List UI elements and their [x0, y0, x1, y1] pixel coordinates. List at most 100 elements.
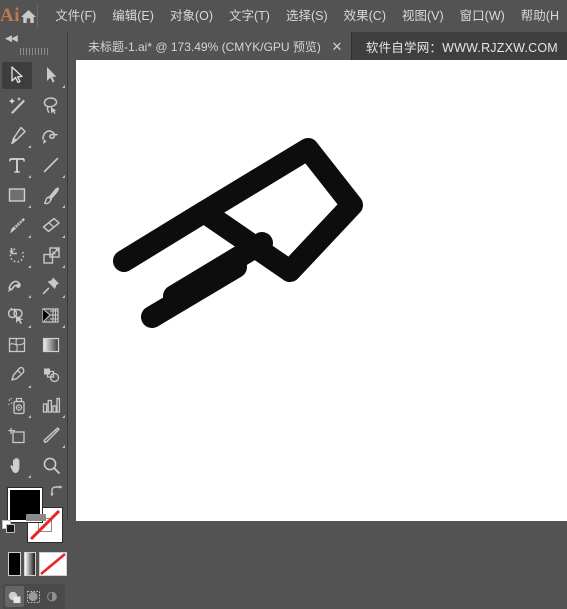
- tool-grid: [0, 60, 67, 480]
- slice-knife-icon: [42, 426, 61, 445]
- panel-bottom-handle[interactable]: [26, 514, 46, 521]
- rotate-tool[interactable]: [0, 240, 34, 270]
- type-tool[interactable]: [0, 150, 34, 180]
- tool-flyout-indicator: [28, 205, 31, 208]
- mesh-tool[interactable]: [0, 330, 34, 360]
- scale-tool[interactable]: [34, 240, 68, 270]
- none-swatch-button[interactable]: [39, 552, 67, 576]
- perspective-grid-icon: [41, 306, 61, 325]
- draw-mode-row: [3, 584, 65, 609]
- perspective-grid-tool[interactable]: [34, 300, 68, 330]
- menu-object[interactable]: 对象(O): [162, 0, 221, 32]
- scale-icon: [42, 246, 61, 265]
- shape-builder-icon: [7, 306, 27, 325]
- watermark-text: 软件自学网：WWW.RJZXW.COM: [352, 32, 558, 60]
- tool-flyout-indicator: [28, 325, 31, 328]
- curvature-pen-icon: [41, 126, 61, 145]
- tool-flyout-indicator: [28, 475, 31, 478]
- menu-edit[interactable]: 编辑(E): [104, 0, 162, 32]
- blend-tool[interactable]: [34, 360, 68, 390]
- collapse-panel-icon[interactable]: ◀◀: [0, 32, 67, 45]
- tool-flyout-indicator: [62, 415, 65, 418]
- tool-flyout-indicator: [62, 295, 65, 298]
- blob-brush-tool[interactable]: [0, 210, 34, 240]
- tool-flyout-indicator: [28, 175, 31, 178]
- slice-tool[interactable]: [34, 420, 68, 450]
- column-graph-tool[interactable]: [34, 390, 68, 420]
- rectangle-tool[interactable]: [0, 180, 34, 210]
- artboard-tool[interactable]: [0, 420, 34, 450]
- zoom-magnifier-icon: [42, 456, 61, 475]
- hand-tool[interactable]: [0, 450, 34, 480]
- tool-flyout-indicator: [62, 325, 65, 328]
- tool-flyout-indicator: [62, 175, 65, 178]
- tool-flyout-indicator: [28, 145, 31, 148]
- tool-flyout-indicator: [28, 235, 31, 238]
- menu-select[interactable]: 选择(S): [278, 0, 336, 32]
- zoom-tool[interactable]: [34, 450, 68, 480]
- blob-brush-icon: [7, 216, 27, 235]
- symbol-sprayer-tool[interactable]: [0, 390, 34, 420]
- direct-selection-tool[interactable]: [34, 60, 68, 90]
- document-tab-label: 未标题-1.ai* @ 173.49% (CMYK/GPU 预览): [88, 38, 321, 55]
- paintbrush-icon: [42, 186, 61, 205]
- curvature-tool[interactable]: [34, 120, 68, 150]
- eyedropper-icon: [8, 366, 27, 385]
- none-slash-icon: [40, 553, 66, 575]
- menu-window[interactable]: 窗口(W): [452, 0, 513, 32]
- tool-flyout-indicator: [62, 235, 65, 238]
- home-icon-glyph: [20, 9, 37, 24]
- draw-behind-button[interactable]: [24, 586, 43, 607]
- document-tab[interactable]: 未标题-1.ai* @ 173.49% (CMYK/GPU 预览) ✕: [76, 32, 352, 60]
- tools-panel: ◀◀: [0, 32, 68, 521]
- symbol-sprayer-icon: [7, 396, 27, 415]
- tool-flyout-indicator: [62, 265, 65, 268]
- menu-effect[interactable]: 效果(C): [336, 0, 394, 32]
- lasso-icon: [42, 96, 61, 115]
- magic-wand-tool[interactable]: [0, 90, 34, 120]
- menu-item-list: 文件(F) 编辑(E) 对象(O) 文字(T) 选择(S) 效果(C) 视图(V…: [47, 0, 567, 32]
- color-swatch-button[interactable]: [8, 552, 21, 576]
- rectangle-icon: [7, 186, 27, 204]
- tool-flyout-indicator: [28, 295, 31, 298]
- blend-icon: [41, 366, 61, 384]
- direct-selection-arrow-icon: [43, 66, 59, 84]
- width-tool[interactable]: [0, 270, 34, 300]
- home-icon[interactable]: [20, 0, 37, 32]
- selection-tool[interactable]: [0, 60, 34, 90]
- default-fill-stroke-icon[interactable]: [2, 520, 16, 534]
- pen-nib-icon: [8, 126, 27, 145]
- draw-normal-button[interactable]: [5, 586, 24, 607]
- magic-wand-icon: [8, 96, 27, 115]
- lasso-tool[interactable]: [34, 90, 68, 120]
- draw-inside-button[interactable]: [43, 586, 62, 607]
- draw-inside-icon: [45, 590, 60, 604]
- eraser-tool[interactable]: [34, 210, 68, 240]
- line-segment-tool[interactable]: [34, 150, 68, 180]
- menu-help[interactable]: 帮助(H: [513, 0, 567, 32]
- speed-lines-artwork[interactable]: [76, 60, 567, 521]
- eyedropper-tool[interactable]: [0, 360, 34, 390]
- draw-behind-icon: [26, 590, 41, 604]
- artboard-icon: [7, 426, 27, 445]
- tool-flyout-indicator: [28, 415, 31, 418]
- free-transform-tool[interactable]: [34, 270, 68, 300]
- pen-tool[interactable]: [0, 120, 34, 150]
- artboard-canvas[interactable]: [76, 60, 567, 521]
- mesh-icon: [7, 336, 27, 354]
- gradient-icon: [41, 336, 61, 354]
- close-icon[interactable]: ✕: [331, 40, 343, 53]
- menu-type[interactable]: 文字(T): [221, 0, 278, 32]
- gradient-tool[interactable]: [34, 330, 68, 360]
- paintbrush-tool[interactable]: [34, 180, 68, 210]
- tool-flyout-indicator: [62, 205, 65, 208]
- menu-file[interactable]: 文件(F): [47, 0, 104, 32]
- shape-builder-tool[interactable]: [0, 300, 34, 330]
- gradient-swatch-button[interactable]: [24, 552, 37, 576]
- menu-view[interactable]: 视图(V): [394, 0, 452, 32]
- swap-fill-stroke-icon[interactable]: [50, 485, 64, 499]
- panel-drag-handle[interactable]: [0, 45, 67, 58]
- free-transform-pin-icon: [42, 276, 61, 295]
- line-icon: [42, 156, 60, 174]
- width-tool-icon: [7, 276, 27, 295]
